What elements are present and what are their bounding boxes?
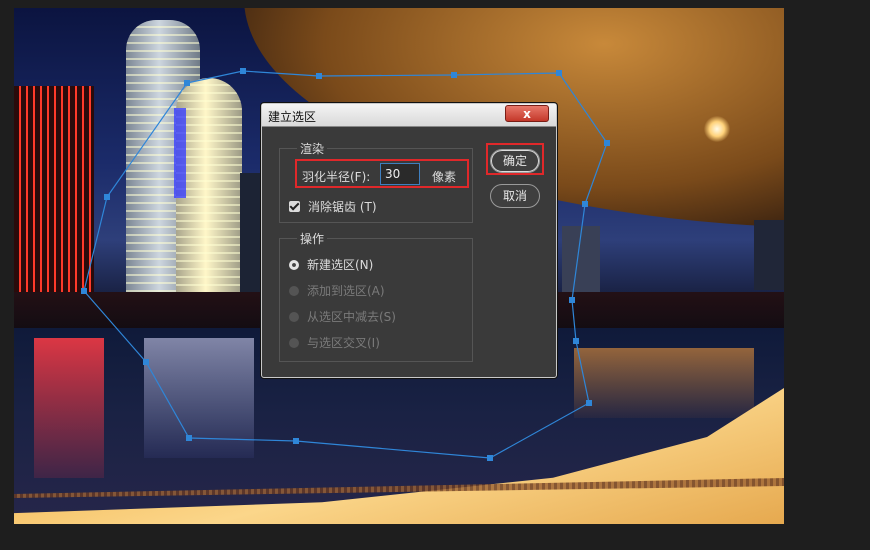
red-lit-building [14, 86, 94, 308]
dialog-titlebar[interactable]: 建立选区 x [262, 104, 556, 127]
radio-selected-icon[interactable] [289, 260, 299, 270]
water-reflection [144, 338, 254, 458]
radio-label: 添加到选区(A) [307, 284, 385, 298]
radio-subtract-from-selection: 从选区中减去(S) [289, 308, 396, 325]
feather-highlight-box [295, 159, 469, 188]
far-building [754, 220, 784, 290]
antialias-checkbox[interactable]: 消除锯齿 (T) [289, 198, 377, 215]
far-building [562, 226, 600, 298]
radio-label: 从选区中减去(S) [307, 310, 396, 324]
antialias-label: 消除锯齿 (T) [308, 200, 377, 214]
render-group-label: 渲染 [297, 140, 328, 157]
water-reflection [574, 348, 754, 418]
radio-disabled-icon [289, 286, 299, 296]
make-selection-dialog: 建立选区 x 渲染 羽化半径(F): 像素 消除锯齿 (T) 操作 新建选区(N… [261, 103, 557, 378]
cancel-button[interactable]: 取消 [490, 184, 540, 208]
canopy-light [704, 116, 730, 142]
radio-label: 新建选区(N) [307, 258, 374, 272]
water-reflection [34, 338, 104, 478]
radio-disabled-icon [289, 312, 299, 322]
radio-add-to-selection: 添加到选区(A) [289, 282, 385, 299]
close-button[interactable]: x [505, 105, 549, 122]
ok-highlight-box [486, 143, 544, 175]
radio-new-selection[interactable]: 新建选区(N) [289, 256, 373, 273]
operation-group-label: 操作 [297, 230, 328, 247]
radio-label: 与选区交叉(I) [307, 336, 380, 350]
radio-disabled-icon [289, 338, 299, 348]
radio-intersect-selection: 与选区交叉(I) [289, 334, 380, 351]
checkbox-checked-icon[interactable] [289, 201, 300, 212]
blue-lights [174, 108, 186, 198]
dialog-title: 建立选区 [268, 110, 317, 124]
